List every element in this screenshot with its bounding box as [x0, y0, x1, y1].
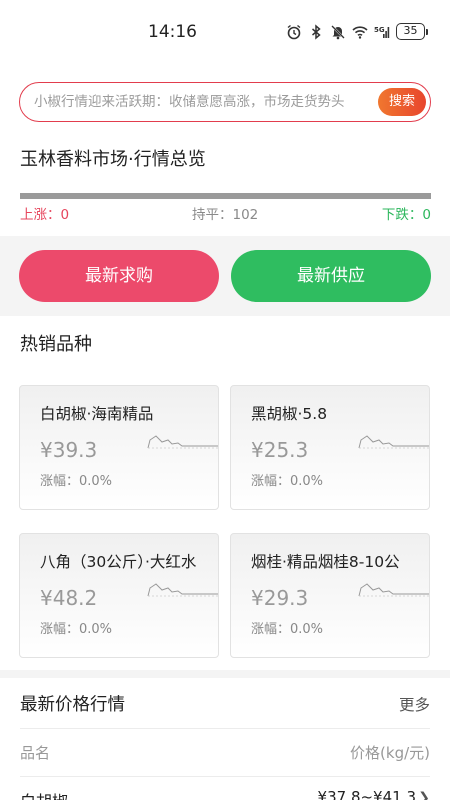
hot-item-price: ¥39.3 — [40, 438, 98, 462]
sparkline-icon — [147, 435, 218, 449]
hot-item-name: 白胡椒·海南精品 — [40, 405, 154, 423]
hot-item-card[interactable]: 烟桂·精品烟桂8-10公 ¥29.3 涨幅：0.0% — [230, 533, 430, 658]
price-row-price: ¥37.8~¥41.3 — [317, 788, 416, 800]
hot-item-name: 烟桂·精品烟桂8-10公 — [251, 553, 400, 571]
column-header-price: 价格(kg/元) — [350, 744, 430, 762]
latest-purchase-button[interactable]: 最新求购 — [19, 250, 219, 302]
5g-signal-icon: 5G — [374, 24, 390, 40]
mute-icon — [330, 24, 346, 40]
hot-item-name: 八角（30公斤）·大红水 — [40, 553, 197, 571]
battery-level: 35 — [396, 23, 425, 40]
price-row-name[interactable]: 白胡椒 — [20, 788, 68, 800]
section-separator — [0, 670, 450, 678]
price-list-more-link[interactable]: 更多 — [399, 693, 430, 715]
hot-item-card[interactable]: 黑胡椒·5.8 ¥25.3 涨幅：0.0% — [230, 385, 430, 510]
divider — [20, 776, 430, 777]
hot-item-price: ¥29.3 — [251, 586, 309, 610]
hot-item-card[interactable]: 白胡椒·海南精品 ¥39.3 涨幅：0.0% — [19, 385, 219, 510]
status-bar: 14:16 5G 35 — [0, 0, 450, 64]
latest-supply-button[interactable]: 最新供应 — [231, 250, 431, 302]
chevron-right-icon[interactable]: ❯ — [418, 790, 430, 800]
hot-item-name: 黑胡椒·5.8 — [251, 405, 328, 423]
hot-section-title: 热销品种 — [20, 334, 92, 355]
alarm-icon — [286, 24, 302, 40]
column-header-name: 品名 — [20, 744, 51, 762]
market-overview-title: 玉林香料市场·行情总览 — [20, 149, 206, 170]
hot-item-change: 涨幅：0.0% — [40, 474, 113, 489]
price-list-title: 最新价格行情 — [20, 695, 125, 715]
search-bar: 搜索 — [19, 82, 431, 122]
market-down-count: 下跌：0 — [381, 207, 431, 223]
hot-item-price: ¥48.2 — [40, 586, 98, 610]
wifi-icon — [352, 24, 368, 40]
sparkline-icon — [358, 583, 429, 597]
market-up-count: 上涨：0 — [20, 207, 70, 223]
hot-item-card[interactable]: 八角（30公斤）·大红水 ¥48.2 涨幅：0.0% — [19, 533, 219, 658]
market-flat-count: 持平：102 — [192, 207, 259, 223]
hot-item-change: 涨幅：0.0% — [251, 622, 324, 637]
status-time: 14:16 — [148, 22, 197, 42]
hot-item-price: ¥25.3 — [251, 438, 309, 462]
sparkline-icon — [147, 583, 218, 597]
search-button[interactable]: 搜索 — [378, 88, 426, 116]
battery-icon: 35 — [396, 23, 428, 40]
status-icons: 5G 35 — [286, 23, 428, 40]
sparkline-icon — [358, 435, 429, 449]
divider — [20, 728, 430, 729]
bluetooth-icon — [308, 23, 324, 40]
hot-item-change: 涨幅：0.0% — [251, 474, 324, 489]
search-input[interactable] — [34, 92, 372, 112]
market-trend-bar — [20, 193, 431, 199]
network-label: 5G — [374, 26, 385, 34]
hot-item-change: 涨幅：0.0% — [40, 622, 113, 637]
